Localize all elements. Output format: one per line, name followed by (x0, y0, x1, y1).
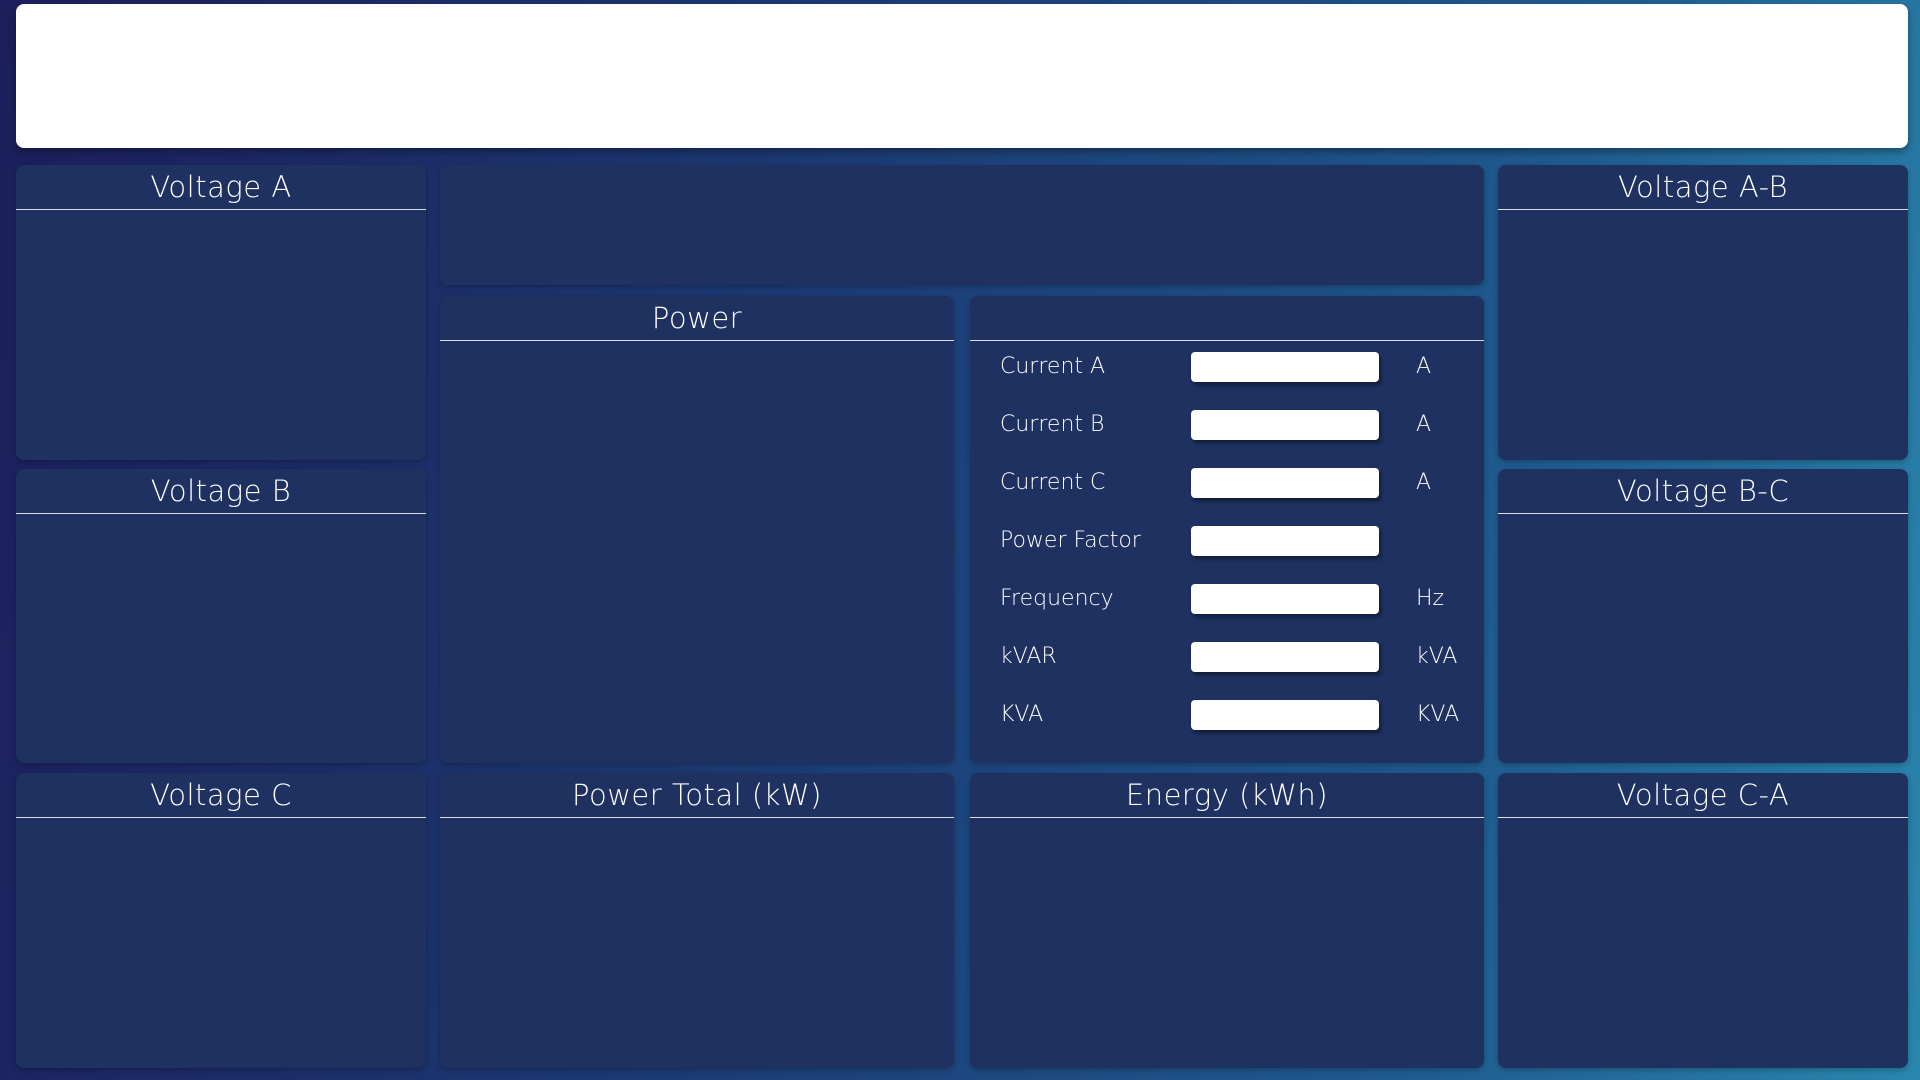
metric-unit: A (1416, 470, 1432, 495)
power-total-panel: Power Total (kW) (440, 773, 954, 1068)
voltage-a-title: Voltage A (16, 165, 426, 210)
header-bar (16, 4, 1908, 148)
metric-unit: kVA (1416, 644, 1458, 669)
metric-unit: Hz (1416, 586, 1445, 611)
top-center-panel (440, 165, 1484, 285)
voltage-c-panel: Voltage C (16, 773, 426, 1068)
energy-panel: Energy (kWh) (970, 773, 1484, 1068)
kvar-field[interactable] (1191, 642, 1379, 672)
metric-unit: KVA (1416, 702, 1460, 727)
metric-row-power-factor: Power Factor (970, 514, 1484, 572)
power-factor-field[interactable] (1191, 526, 1379, 556)
metric-label: KVA (1000, 702, 1044, 727)
power-panel: Power (440, 296, 954, 763)
metric-label: kVAR (1000, 644, 1057, 669)
metric-label: Frequency (1000, 586, 1114, 611)
current-c-field[interactable] (1191, 468, 1379, 498)
metric-row-current-c: Current C A (970, 456, 1484, 514)
voltage-c-title: Voltage C (16, 773, 426, 818)
metric-unit: A (1416, 412, 1432, 437)
metric-label: Current B (1000, 412, 1105, 437)
voltage-bc-title: Voltage B-C (1498, 469, 1908, 514)
voltage-ca-title: Voltage C-A (1498, 773, 1908, 818)
metric-row-frequency: Frequency Hz (970, 572, 1484, 630)
voltage-ab-panel: Voltage A-B (1498, 165, 1908, 460)
voltage-bc-panel: Voltage B-C (1498, 469, 1908, 763)
kva-field[interactable] (1191, 700, 1379, 730)
voltage-ca-panel: Voltage C-A (1498, 773, 1908, 1068)
metric-label: Current C (1000, 470, 1106, 495)
power-total-title: Power Total (kW) (440, 773, 954, 818)
metric-row-current-b: Current B A (970, 398, 1484, 456)
metric-row-current-a: Current A A (970, 340, 1484, 398)
voltage-ab-title: Voltage A-B (1498, 165, 1908, 210)
metric-row-kvar: kVAR kVA (970, 630, 1484, 688)
metrics-title (970, 296, 1484, 341)
voltage-b-title: Voltage B (16, 469, 426, 514)
voltage-b-panel: Voltage B (16, 469, 426, 763)
metric-label: Current A (1000, 354, 1106, 379)
metric-label: Power Factor (1000, 528, 1141, 553)
current-b-field[interactable] (1191, 410, 1379, 440)
metric-unit: A (1416, 354, 1432, 379)
current-a-field[interactable] (1191, 352, 1379, 382)
metrics-panel: Current A A Current B A Current C A Powe… (970, 296, 1484, 763)
voltage-a-panel: Voltage A (16, 165, 426, 460)
energy-title: Energy (kWh) (970, 773, 1484, 818)
metric-row-kva: KVA KVA (970, 688, 1484, 746)
frequency-field[interactable] (1191, 584, 1379, 614)
power-title: Power (440, 296, 954, 341)
